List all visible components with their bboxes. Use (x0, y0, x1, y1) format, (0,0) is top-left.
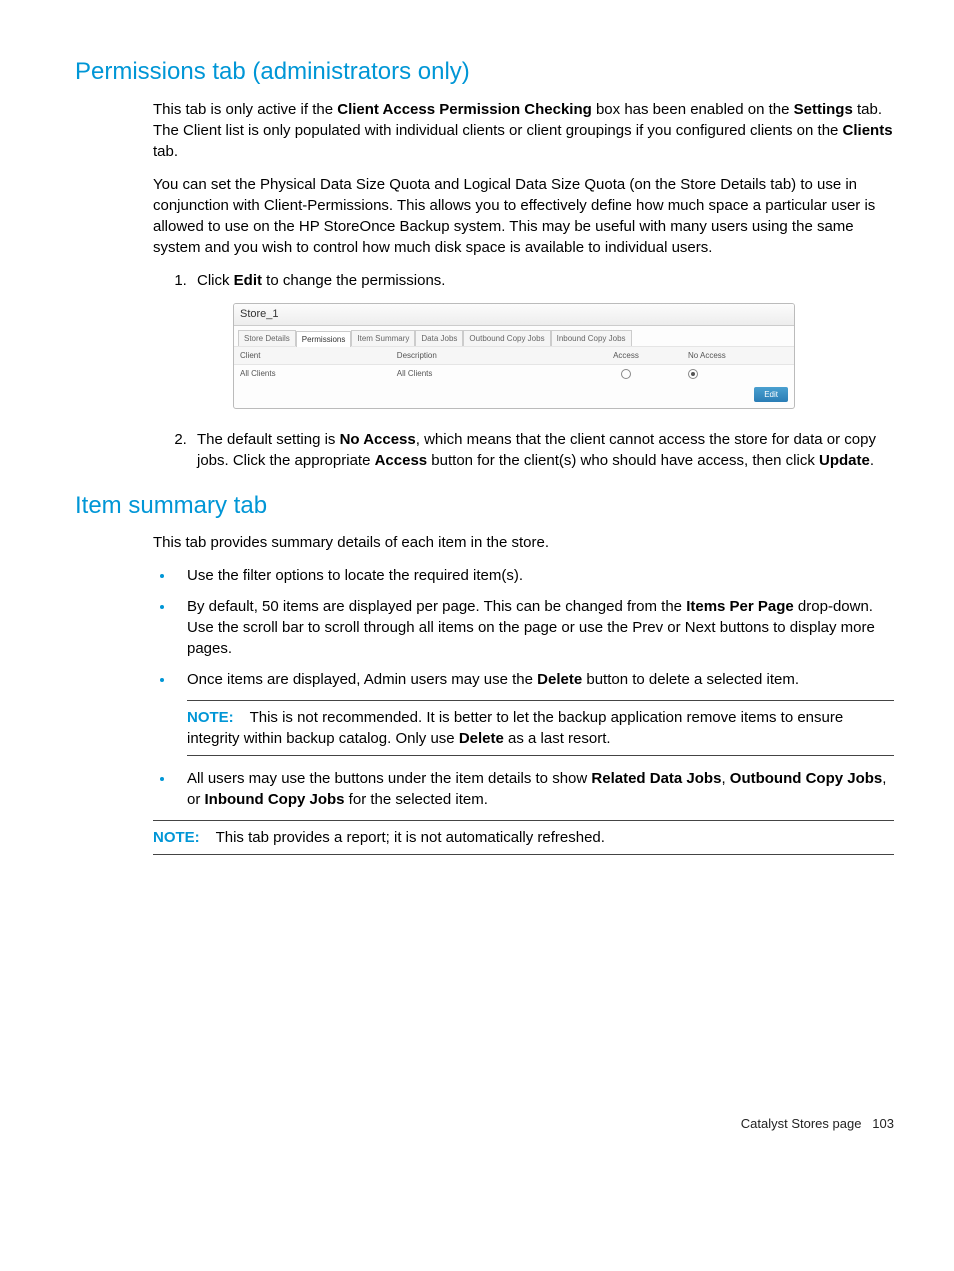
panel-tabs: Store Details Permissions Item Summary D… (234, 326, 794, 346)
step-item: Click Edit to change the permissions. St… (191, 270, 894, 409)
permissions-table: Client Description Access No Access All … (234, 346, 794, 382)
edit-button[interactable]: Edit (754, 387, 788, 402)
page-footer: Catalyst Stores page 103 (75, 1115, 894, 1133)
tab[interactable]: Item Summary (351, 330, 415, 346)
heading-permissions: Permissions tab (administrators only) (75, 55, 894, 89)
paragraph: This tab provides summary details of eac… (153, 532, 894, 553)
note: NOTE: This is not recommended. It is bet… (187, 700, 894, 756)
paragraph: This tab is only active if the Client Ac… (153, 99, 894, 162)
screenshot-panel: Store_1 Store Details Permissions Item S… (233, 303, 795, 409)
heading-item-summary: Item summary tab (75, 489, 894, 523)
list-item: Use the filter options to locate the req… (175, 565, 894, 586)
tab[interactable]: Store Details (238, 330, 296, 346)
tab[interactable]: Permissions (296, 331, 352, 347)
panel-title: Store_1 (234, 304, 794, 326)
list-item: Once items are displayed, Admin users ma… (175, 669, 894, 756)
step-item: The default setting is No Access, which … (191, 429, 894, 471)
list-item: All users may use the buttons under the … (175, 768, 894, 810)
tab[interactable]: Inbound Copy Jobs (551, 330, 632, 346)
paragraph: You can set the Physical Data Size Quota… (153, 174, 894, 258)
tab[interactable]: Data Jobs (415, 330, 463, 346)
tab[interactable]: Outbound Copy Jobs (463, 330, 550, 346)
list-item: By default, 50 items are displayed per p… (175, 596, 894, 659)
radio-no-access[interactable] (688, 369, 698, 379)
radio-access[interactable] (621, 369, 631, 379)
note: NOTE: This tab provides a report; it is … (153, 820, 894, 855)
